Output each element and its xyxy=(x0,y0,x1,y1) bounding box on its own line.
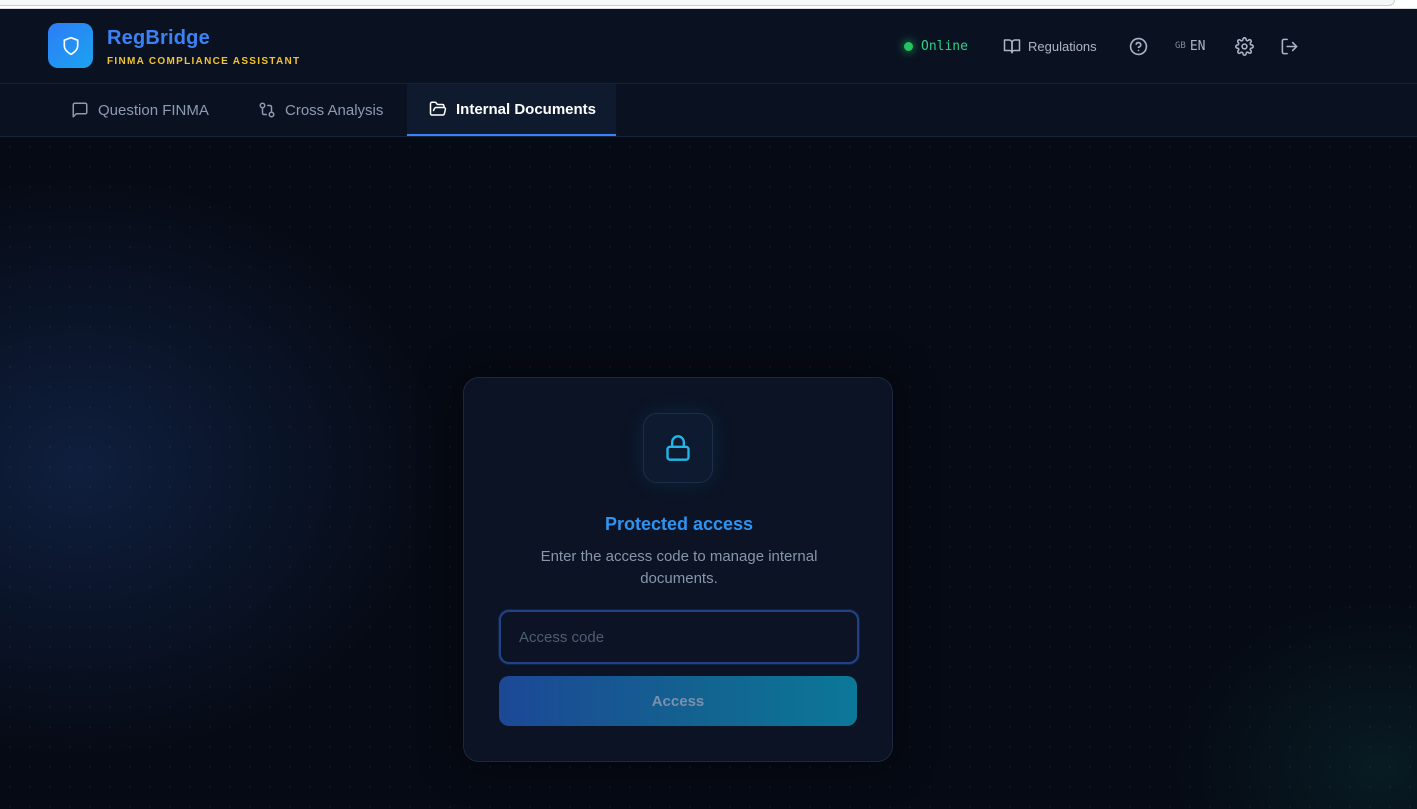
help-button[interactable] xyxy=(1129,36,1148,56)
tab-internal-documents[interactable]: Internal Documents xyxy=(407,84,616,136)
folder-open-icon xyxy=(429,101,447,116)
settings-button[interactable] xyxy=(1235,36,1254,56)
browser-tab-edge xyxy=(0,0,1395,6)
status-label: Online xyxy=(921,38,968,54)
tab-label: Cross Analysis xyxy=(285,101,384,119)
regulations-label: Regulations xyxy=(1028,38,1097,54)
lock-icon xyxy=(666,435,690,461)
brand-name: RegBridge xyxy=(107,27,210,49)
status-dot-icon xyxy=(904,41,913,51)
app-header: RegBridge FINMA COMPLIANCE ASSISTANT Onl… xyxy=(0,9,1417,84)
main-content: Protected access Enter the access code t… xyxy=(0,137,1417,809)
access-code-input[interactable] xyxy=(499,610,859,664)
book-open-icon xyxy=(1003,39,1021,54)
protected-access-card: Protected access Enter the access code t… xyxy=(463,377,893,762)
access-button[interactable]: Access xyxy=(499,676,857,726)
language-code: EN xyxy=(1189,38,1206,54)
main-tabs: Question FINMA Cross Analysis Internal D… xyxy=(0,84,1417,137)
card-title: Protected access xyxy=(604,514,754,534)
log-out-icon xyxy=(1281,38,1298,54)
language-country: GB xyxy=(1175,41,1186,51)
tab-label: Internal Documents xyxy=(456,100,597,118)
logout-button[interactable] xyxy=(1280,36,1299,56)
gear-icon xyxy=(1235,36,1254,56)
browser-chrome-strip xyxy=(0,0,1417,9)
language-selector[interactable]: GB EN xyxy=(1175,36,1206,56)
message-square-icon xyxy=(72,102,88,118)
card-description: Enter the access code to manage internal… xyxy=(540,548,818,587)
shield-icon xyxy=(63,36,78,55)
help-circle-icon xyxy=(1129,37,1148,55)
brand-subtitle: FINMA COMPLIANCE ASSISTANT xyxy=(107,56,301,67)
connection-status: Online xyxy=(904,38,968,54)
tab-cross-analysis[interactable]: Cross Analysis xyxy=(258,84,383,136)
lock-badge xyxy=(643,413,713,483)
tab-label: Question FINMA xyxy=(98,101,209,119)
app-logo[interactable] xyxy=(48,23,93,68)
git-compare-icon xyxy=(259,102,275,118)
tab-question-finma[interactable]: Question FINMA xyxy=(71,84,209,136)
regulations-link[interactable]: Regulations xyxy=(1003,36,1097,56)
